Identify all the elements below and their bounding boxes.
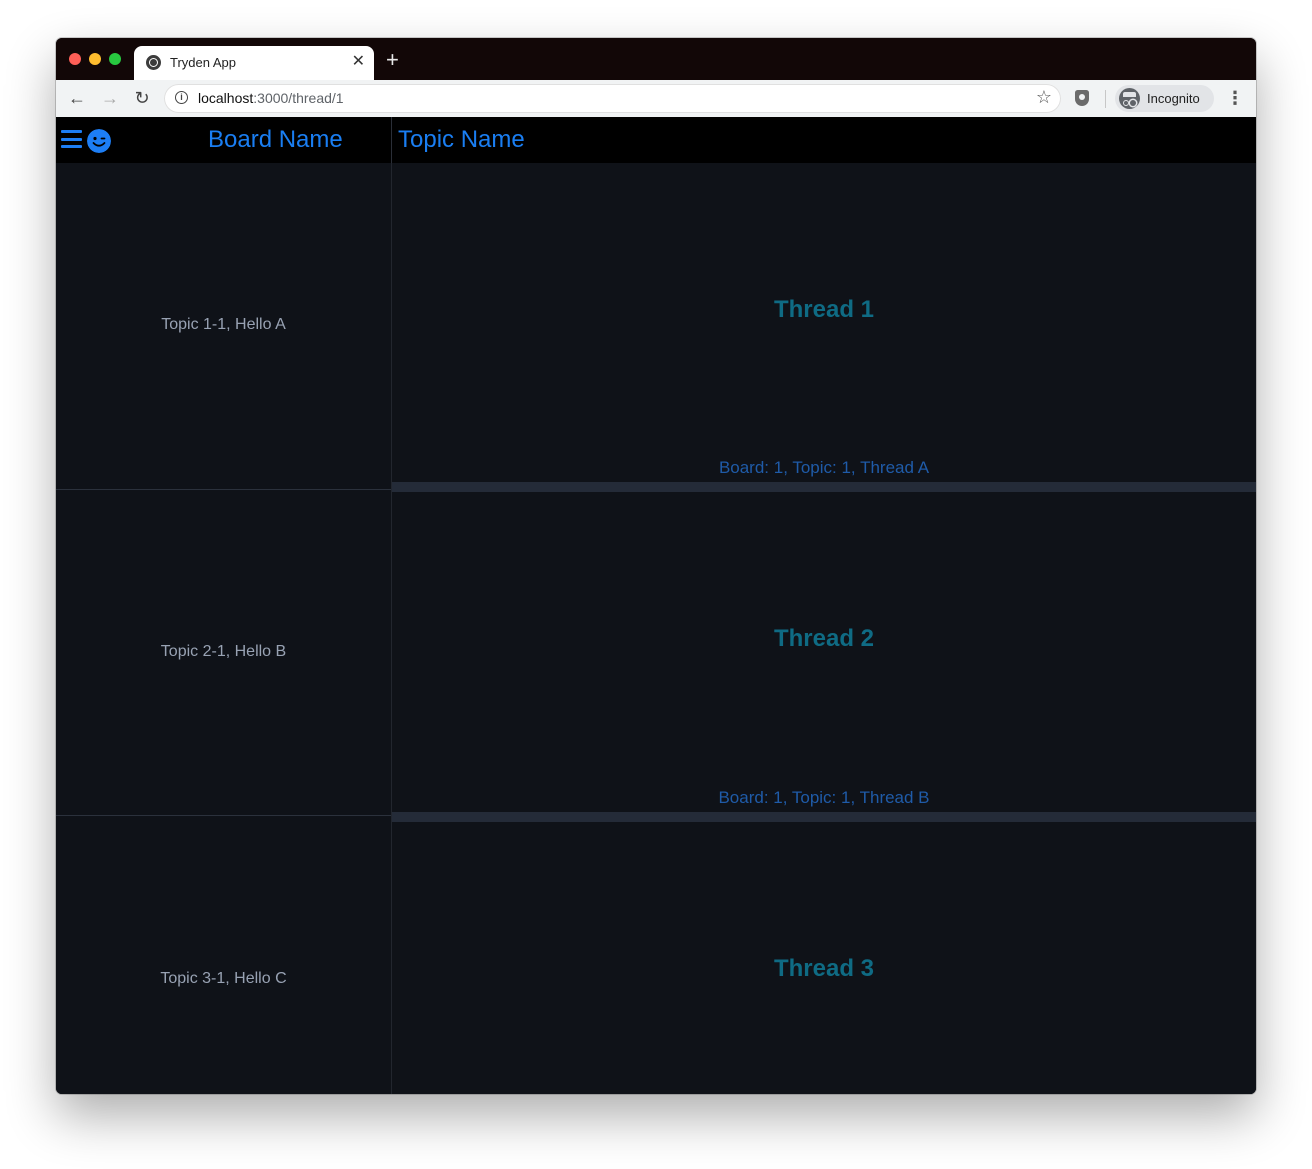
thread-separator bbox=[392, 812, 1256, 822]
reload-icon[interactable]: ↻ bbox=[129, 85, 155, 111]
topic-list-item[interactable]: Topic 3-1, Hello C bbox=[56, 816, 391, 1094]
thread-card[interactable]: Thread 3 bbox=[392, 822, 1256, 1094]
topic-sidebar: Topic 1-1, Hello A Topic 2-1, Hello B To… bbox=[56, 163, 392, 1094]
thread-separator bbox=[392, 482, 1256, 492]
minimize-window-button[interactable] bbox=[89, 53, 101, 65]
address-bar[interactable]: i localhost:3000/thread/1 ☆ bbox=[164, 84, 1061, 113]
shield-icon[interactable] bbox=[1075, 90, 1089, 106]
topic-list-item[interactable]: Topic 2-1, Hello B bbox=[56, 490, 391, 816]
thread-card[interactable]: Thread 2 Board: 1, Topic: 1, Thread B bbox=[392, 492, 1256, 812]
incognito-icon bbox=[1119, 88, 1140, 109]
app-header: Board Name Topic Name bbox=[56, 117, 1256, 163]
hamburger-menu-icon[interactable] bbox=[61, 130, 82, 148]
smiley-icon[interactable] bbox=[87, 129, 111, 153]
thread-title: Thread 2 bbox=[773, 625, 875, 652]
star-icon[interactable]: ☆ bbox=[1036, 87, 1052, 108]
thread-list: Thread 1 Board: 1, Topic: 1, Thread A Th… bbox=[392, 163, 1256, 1094]
tab-title: Tryden App bbox=[170, 55, 237, 70]
toolbar-divider bbox=[1105, 90, 1106, 108]
browser-tab[interactable]: Tryden App ✕ bbox=[134, 46, 374, 80]
topic-label: Topic 2-1, Hello B bbox=[160, 643, 287, 660]
topic-label: Topic 3-1, Hello C bbox=[160, 970, 287, 987]
tab-close-icon[interactable]: ✕ bbox=[352, 52, 365, 72]
back-arrow-icon[interactable]: ← bbox=[64, 85, 90, 111]
topic-name-title[interactable]: Topic Name bbox=[398, 126, 525, 154]
url-text: localhost:3000/thread/1 bbox=[198, 90, 344, 106]
thread-meta: Board: 1, Topic: 1, Thread A bbox=[718, 458, 930, 477]
thread-title: Thread 3 bbox=[773, 955, 875, 982]
browser-toolbar: ← → ↻ i localhost:3000/thread/1 ☆ Incogn… bbox=[56, 80, 1256, 118]
info-icon[interactable]: i bbox=[175, 91, 188, 104]
globe-icon bbox=[146, 55, 161, 70]
thread-title: Thread 1 bbox=[773, 296, 875, 323]
board-name-title[interactable]: Board Name bbox=[208, 126, 343, 154]
topic-list-item[interactable]: Topic 1-1, Hello A bbox=[56, 163, 391, 490]
tab-strip: Tryden App ✕ + bbox=[56, 38, 1256, 80]
new-tab-button[interactable]: + bbox=[386, 48, 399, 72]
thread-card[interactable]: Thread 1 Board: 1, Topic: 1, Thread A bbox=[392, 163, 1256, 482]
browser-window: Tryden App ✕ + ← → ↻ i localhost:3000/th… bbox=[56, 38, 1256, 1094]
close-window-button[interactable] bbox=[69, 53, 81, 65]
incognito-label: Incognito bbox=[1147, 91, 1200, 106]
forward-arrow-icon[interactable]: → bbox=[97, 85, 123, 111]
header-divider bbox=[391, 117, 392, 163]
app-root: Board Name Topic Name Topic 1-1, Hello A… bbox=[56, 117, 1256, 1094]
incognito-profile-button[interactable]: Incognito bbox=[1115, 85, 1214, 112]
more-menu-icon[interactable]: ⋮ bbox=[1226, 87, 1244, 109]
thread-meta: Board: 1, Topic: 1, Thread B bbox=[718, 788, 930, 807]
topic-label: Topic 1-1, Hello A bbox=[161, 316, 286, 333]
zoom-window-button[interactable] bbox=[109, 53, 121, 65]
